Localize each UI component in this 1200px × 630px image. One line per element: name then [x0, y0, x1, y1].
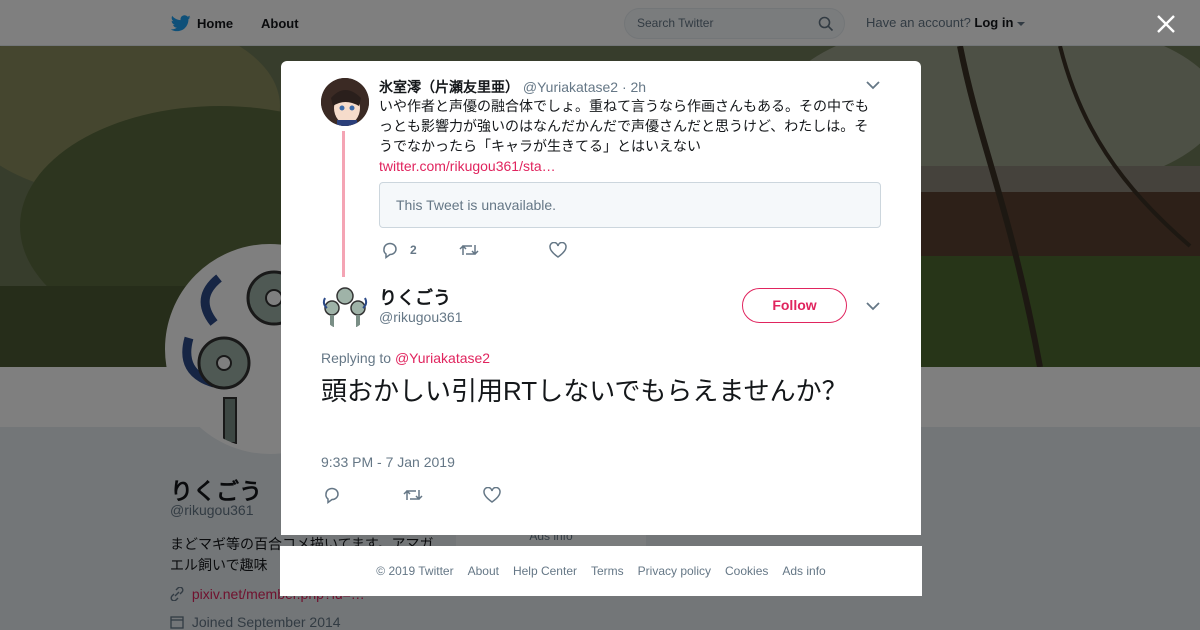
main-tweet-menu-icon[interactable]	[866, 301, 880, 311]
main-tweet-timestamp[interactable]: 9:33 PM - 7 Jan 2019	[321, 454, 455, 470]
replying-prefix: Replying to	[321, 350, 392, 366]
reply-count: 2	[410, 243, 417, 257]
retweet-button[interactable]	[459, 242, 549, 258]
tweet-permalink-modal: 氷室澪（片瀬友里亜） @Yuriakatase2 · 2h いや作者と声優の融合…	[281, 61, 921, 535]
main-tweet-name[interactable]: りくごう	[379, 284, 451, 310]
retweet-icon	[403, 489, 423, 501]
footer-link-cookies[interactable]: Cookies	[725, 564, 768, 578]
main-reply-button[interactable]	[323, 486, 403, 504]
unavailable-tweet-card: This Tweet is unavailable.	[379, 182, 881, 228]
reply-button[interactable]: 2	[381, 241, 459, 259]
thread-connector-line	[342, 131, 345, 277]
footer-link-ads-info[interactable]: Ads info	[782, 564, 825, 578]
main-tweet-actions	[323, 486, 501, 504]
heart-icon	[483, 487, 501, 503]
main-tweet-text: 頭おかしい引用RTしないでもらえませんか？	[321, 376, 848, 406]
replying-to-handle[interactable]: @Yuriakatase2	[395, 350, 490, 366]
parent-tweet-name[interactable]: 氷室澪（片瀬友里亜）	[379, 79, 519, 95]
parent-tweet-avatar[interactable]	[321, 78, 369, 126]
parent-tweet-time[interactable]: · 2h	[622, 79, 646, 95]
main-tweet-handle[interactable]: @rikugou361	[379, 309, 463, 325]
like-button[interactable]	[549, 242, 567, 258]
parent-tweet-header: 氷室澪（片瀬友里亜） @Yuriakatase2 · 2h	[379, 77, 646, 97]
footer-link-terms[interactable]: Terms	[591, 564, 624, 578]
parent-tweet-handle[interactable]: @Yuriakatase2	[523, 79, 618, 95]
modal-footer: © 2019 Twitter About Help Center Terms P…	[280, 546, 922, 596]
reply-icon	[325, 487, 339, 504]
main-like-button[interactable]	[483, 487, 501, 503]
parent-tweet-menu-icon[interactable]	[866, 80, 880, 90]
footer-link-privacy[interactable]: Privacy policy	[638, 564, 711, 578]
reply-icon	[383, 242, 397, 259]
replying-to-line: Replying to @Yuriakatase2	[321, 350, 490, 366]
footer-link-about[interactable]: About	[468, 564, 499, 578]
close-icon[interactable]	[1156, 14, 1176, 34]
parent-tweet-actions: 2	[381, 241, 567, 259]
parent-tweet-body: いや作者と声優の融合体でしょ。重ねて言うなら作画さんもある。その中でもっとも影響…	[379, 98, 869, 154]
main-retweet-button[interactable]	[403, 487, 483, 503]
footer-copyright: © 2019 Twitter	[376, 564, 454, 578]
footer-link-help-center[interactable]: Help Center	[513, 564, 577, 578]
follow-button[interactable]: Follow	[742, 288, 847, 323]
parent-tweet-text: いや作者と声優の融合体でしょ。重ねて言うなら作画さんもある。その中でもっとも影響…	[379, 96, 873, 176]
parent-tweet-link[interactable]: twitter.com/rikugou361/sta…	[379, 158, 556, 174]
main-tweet-avatar[interactable]	[321, 282, 369, 330]
retweet-icon	[459, 244, 479, 256]
heart-icon	[549, 242, 567, 258]
